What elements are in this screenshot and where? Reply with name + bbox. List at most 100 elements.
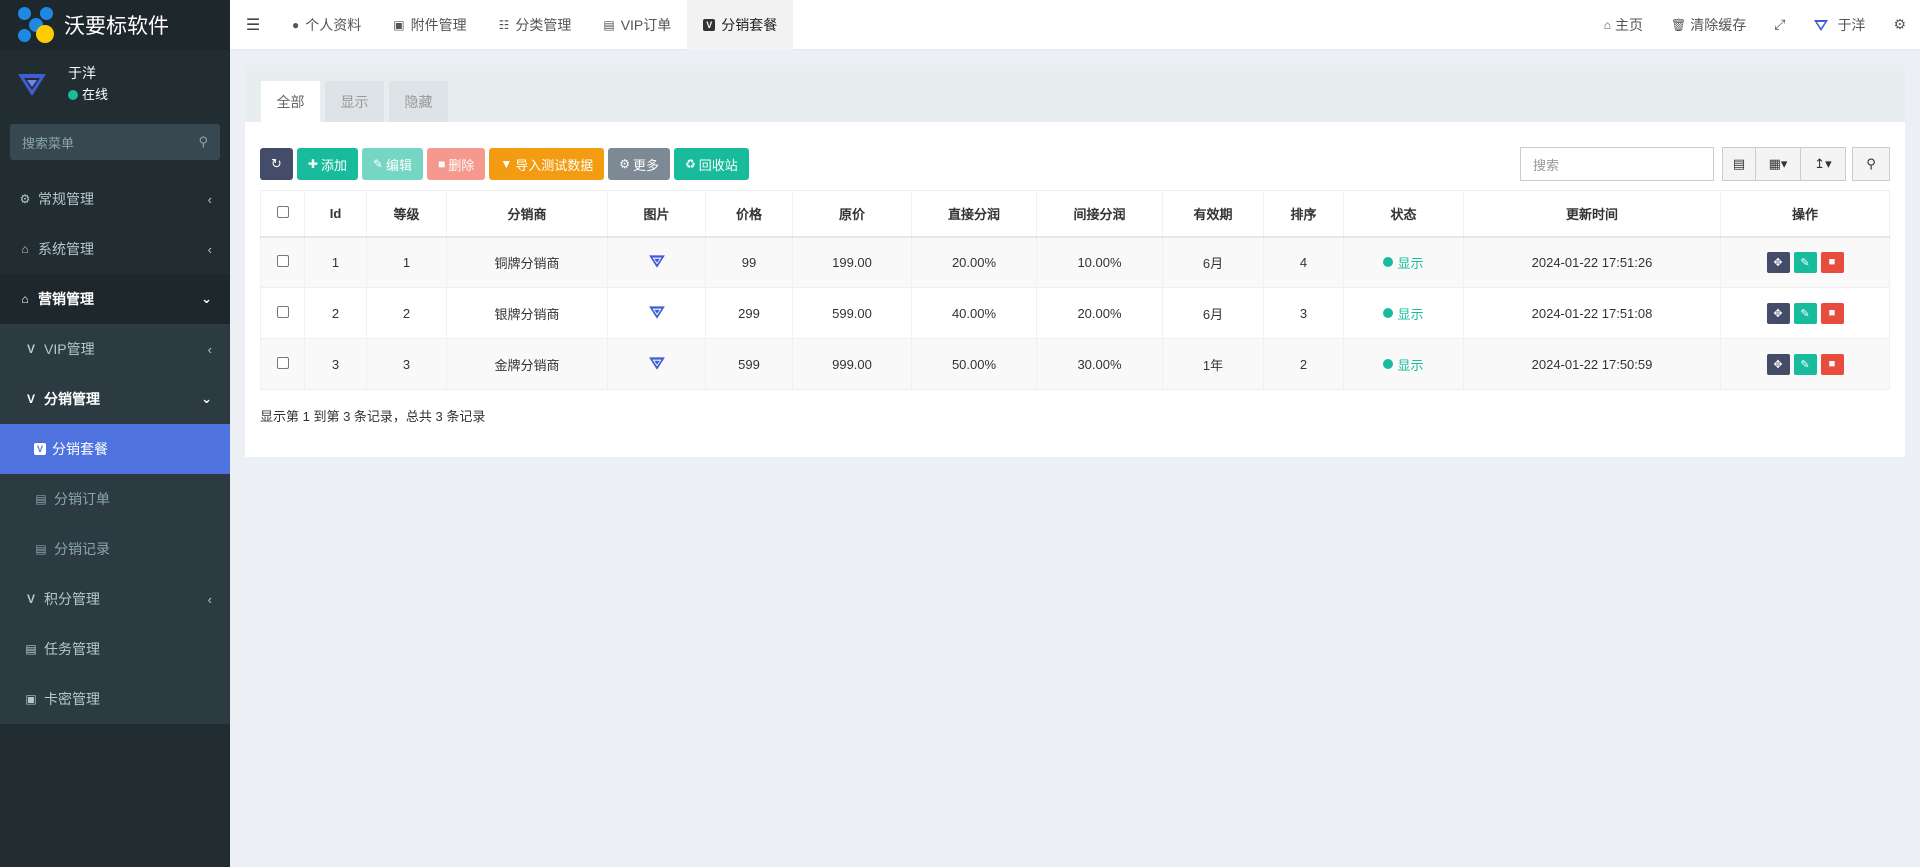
cell-original-price: 999.00 — [792, 338, 912, 390]
sidebar-item-marketing[interactable]: ⌂ 营销管理 ⌄ — [0, 274, 230, 324]
money-icon: ▣ — [25, 692, 37, 706]
menu-search-input[interactable]: 搜索菜单 ⚲ — [10, 124, 220, 160]
sidebar-item-general[interactable]: ⚙ 常规管理 ‹ — [0, 174, 230, 224]
user-status: 在线 — [68, 84, 108, 106]
export-button[interactable]: ↥▾ — [1801, 147, 1846, 181]
sidebar-item-system[interactable]: ⌂ 系统管理 ‹ — [0, 224, 230, 274]
chevron-left-icon: ‹ — [207, 591, 212, 607]
cell-updated: 2024-01-22 17:50:59 — [1463, 338, 1721, 390]
settings-icon[interactable]: ⚙ — [1879, 16, 1920, 33]
col-image[interactable]: 图片 — [607, 190, 706, 238]
cell-level: 2 — [366, 287, 447, 339]
col-indirect-profit[interactable]: 间接分润 — [1036, 190, 1163, 238]
sidebar-item-cards[interactable]: ▣ 卡密管理 — [0, 674, 230, 724]
toggle-view-button[interactable]: ▤ — [1722, 147, 1756, 181]
sidebar-item-points[interactable]: V 积分管理 ‹ — [0, 574, 230, 624]
status-dot-icon — [1383, 308, 1394, 318]
menu-toggle-icon[interactable]: ☰ — [230, 15, 276, 35]
tab-vip-orders[interactable]: ▤ VIP订单 — [587, 0, 687, 50]
tab-all[interactable]: 全部 — [261, 81, 320, 122]
row-checkbox[interactable] — [260, 338, 305, 390]
add-button[interactable]: ✚ 添加 — [296, 148, 358, 180]
columns-button[interactable]: ▦▾ — [1756, 147, 1801, 181]
row-checkbox[interactable] — [260, 287, 305, 339]
col-sort[interactable]: 排序 — [1263, 190, 1344, 238]
col-level[interactable]: 等级 — [366, 190, 447, 238]
drag-icon[interactable]: ✥ — [1766, 251, 1790, 273]
tab-show[interactable]: 显示 — [325, 81, 384, 122]
table-row[interactable]: 3 3 金牌分销商 599 999.00 50.00% 30.00% 1年 2 … — [260, 338, 1890, 390]
cell-distributor: 铜牌分销商 — [446, 236, 608, 288]
edit-row-icon[interactable]: ✎ — [1793, 302, 1817, 324]
cell-validity: 1年 — [1162, 338, 1264, 390]
table-row[interactable]: 1 1 铜牌分销商 99 199.00 20.00% 10.00% 6月 4 显… — [260, 236, 1890, 288]
user-icon: ● — [292, 17, 300, 32]
drag-icon[interactable]: ✥ — [1766, 302, 1790, 324]
search-button[interactable]: ⚲ — [1852, 147, 1890, 181]
delete-button[interactable]: ■ 删除 — [427, 148, 486, 180]
delete-row-icon[interactable]: ■ — [1820, 251, 1844, 273]
home-icon: ⌂ — [1603, 17, 1611, 32]
table-search-input[interactable]: 搜索 — [1520, 147, 1714, 181]
cell-image[interactable] — [607, 338, 706, 390]
v-icon: V — [26, 592, 35, 606]
fullscreen-icon[interactable]: ⤢ — [1760, 16, 1799, 33]
app-title: 沃要标软件 — [64, 15, 169, 38]
tab-distribution-package[interactable]: V 分销套餐 — [687, 0, 794, 50]
col-distributor[interactable]: 分销商 — [446, 190, 608, 238]
clear-cache-button[interactable]: 🗑 清除缓存 — [1657, 15, 1760, 35]
refresh-button[interactable]: ↻ — [260, 148, 293, 180]
app-logo[interactable]: 沃要标软件 — [0, 0, 230, 50]
select-all-checkbox[interactable] — [260, 190, 305, 238]
sidebar-item-tasks[interactable]: ▤ 任务管理 — [0, 624, 230, 674]
distributor-logo-icon — [648, 305, 665, 319]
col-direct-profit[interactable]: 直接分润 — [911, 190, 1037, 238]
sidebar-menu: ⚙ 常规管理 ‹ ⌂ 系统管理 ‹ ⌂ 营销管理 ⌄ V VIP管理 ‹ V 分… — [0, 174, 230, 724]
col-updated[interactable]: 更新时间 — [1463, 190, 1721, 238]
cell-status[interactable]: 显示 — [1343, 236, 1464, 288]
sidebar-item-distribution-package[interactable]: V 分销套餐 — [0, 424, 230, 474]
sidebar-item-distribution-record[interactable]: ▤ 分销记录 — [0, 524, 230, 574]
row-checkbox[interactable] — [260, 236, 305, 288]
tab-hide[interactable]: 隐藏 — [389, 81, 448, 122]
col-validity[interactable]: 有效期 — [1162, 190, 1264, 238]
tab-categories[interactable]: ☷ 分类管理 — [483, 0, 588, 50]
more-button[interactable]: ⚙ 更多 — [608, 148, 671, 180]
v-square-icon: V — [34, 443, 46, 455]
cell-validity: 6月 — [1162, 236, 1264, 288]
tab-attachments[interactable]: ▣ 附件管理 — [377, 0, 482, 50]
cell-image[interactable] — [607, 236, 706, 288]
col-id[interactable]: Id — [304, 190, 367, 238]
edit-row-icon[interactable]: ✎ — [1793, 251, 1817, 273]
cell-direct-profit: 50.00% — [911, 338, 1037, 390]
recycle-bin-button[interactable]: ♻ 回收站 — [674, 148, 749, 180]
delete-row-icon[interactable]: ■ — [1820, 302, 1844, 324]
cell-status[interactable]: 显示 — [1343, 287, 1464, 339]
edit-button[interactable]: ✎ 编辑 — [361, 148, 424, 180]
delete-row-icon[interactable]: ■ — [1820, 353, 1844, 375]
plus-icon: ✚ — [307, 157, 318, 171]
online-dot-icon — [68, 90, 78, 100]
sidebar-item-distribution-order[interactable]: ▤ 分销订单 — [0, 474, 230, 524]
edit-row-icon[interactable]: ✎ — [1793, 353, 1817, 375]
col-status[interactable]: 状态 — [1343, 190, 1464, 238]
col-original-price[interactable]: 原价 — [792, 190, 912, 238]
col-price[interactable]: 价格 — [705, 190, 793, 238]
user-menu[interactable]: 于洋 — [1799, 15, 1879, 35]
tab-profile[interactable]: ● 个人资料 — [276, 0, 377, 50]
sidebar-item-vip[interactable]: V VIP管理 ‹ — [0, 324, 230, 374]
cell-level: 1 — [366, 236, 447, 288]
top-right-tools: ⌂ 主页 🗑 清除缓存 ⤢ 于洋 ⚙ — [1590, 0, 1920, 50]
sidebar-item-distribution[interactable]: V 分销管理 ⌄ — [0, 374, 230, 424]
drag-icon[interactable]: ✥ — [1766, 353, 1790, 375]
home-link[interactable]: ⌂ 主页 — [1590, 15, 1657, 35]
table-row[interactable]: 2 2 银牌分销商 299 599.00 40.00% 20.00% 6月 3 … — [260, 287, 1890, 339]
import-test-data-button[interactable]: ▼ 导入测试数据 — [489, 148, 605, 180]
search-icon: ⚲ — [1866, 156, 1876, 171]
cell-indirect-profit: 30.00% — [1036, 338, 1163, 390]
data-table: Id 等级 分销商 图片 价格 原价 直接分润 间接分润 有效期 排序 状态 更… — [260, 190, 1890, 390]
cell-updated: 2024-01-22 17:51:08 — [1463, 287, 1721, 339]
chevron-down-icon: ⌄ — [201, 391, 212, 406]
cell-image[interactable] — [607, 287, 706, 339]
cell-status[interactable]: 显示 — [1343, 338, 1464, 390]
